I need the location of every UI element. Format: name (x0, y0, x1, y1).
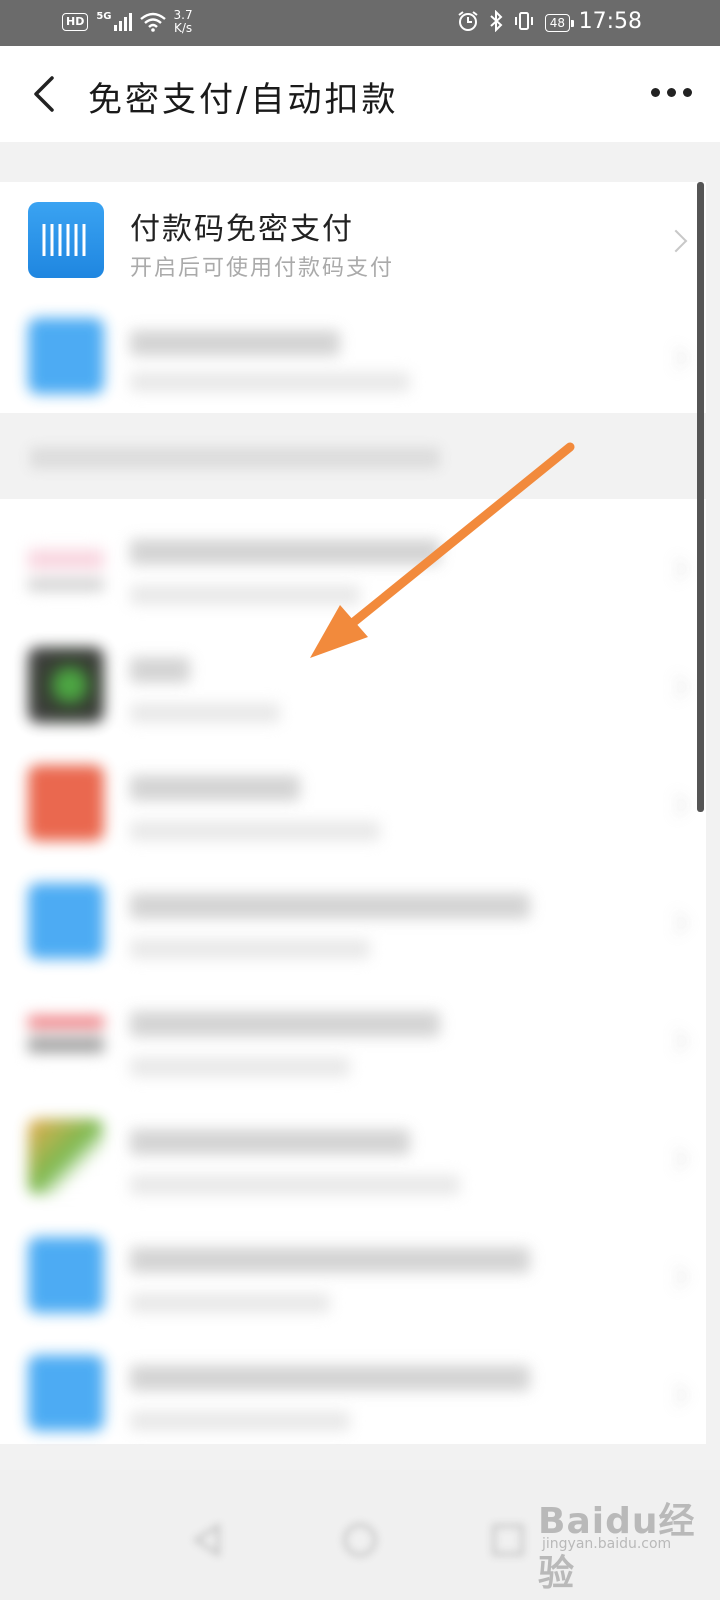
chevron-right-icon (664, 1265, 688, 1289)
network-type: 5G (96, 10, 112, 22)
chevron-right-icon (664, 1383, 688, 1407)
status-bar: HD 5G 3.7 K/s 48 17:58 (0, 0, 720, 46)
blurred-title (130, 893, 530, 919)
merchant-logo-icon (28, 1001, 104, 1077)
list-item[interactable] (0, 745, 706, 863)
hd-icon: HD (62, 13, 89, 31)
nav-back-icon[interactable] (188, 1520, 228, 1564)
title-bar: 免密支付/自动扣款 (0, 46, 720, 142)
back-icon[interactable] (26, 74, 66, 114)
blurred-title (130, 1247, 530, 1273)
list-item[interactable] (0, 1335, 706, 1453)
more-icon[interactable] (651, 88, 692, 97)
chevron-right-icon (664, 557, 688, 581)
app-icon (28, 1355, 104, 1431)
blurred-subtitle (130, 1175, 460, 1195)
merchant-logo-icon (28, 647, 104, 723)
blurred-subtitle (130, 585, 360, 605)
item-title: 付款码免密支付 (130, 212, 354, 247)
battery-icon: 48 (544, 14, 575, 32)
list-item[interactable] (0, 1217, 706, 1335)
blurred-title (130, 1129, 410, 1155)
watermark: Baidu经验 jingyan.baidu.com (538, 1492, 720, 1596)
app-icon (28, 883, 104, 959)
blurred-subtitle (130, 939, 370, 959)
blurred-subtitle (130, 821, 380, 841)
speed-value: 3.7 (173, 8, 193, 22)
list-item-payment-code[interactable]: 付款码免密支付 开启后可使用付款码支付 (0, 182, 706, 300)
blurred-subtitle (130, 703, 280, 723)
list-item[interactable] (0, 863, 706, 981)
list-item[interactable] (0, 1099, 706, 1217)
blurred-title (130, 1365, 530, 1391)
list-item[interactable] (0, 627, 706, 745)
wifi-icon (139, 12, 166, 32)
scrollbar[interactable] (697, 182, 704, 812)
blurred-title (130, 775, 300, 801)
chevron-right-icon (664, 1029, 688, 1053)
status-right: 48 (457, 9, 575, 36)
nav-recents-icon[interactable] (488, 1520, 528, 1564)
app-icon (28, 1237, 104, 1313)
page-title: 免密支付/自动扣款 (88, 80, 399, 120)
chevron-right-icon (664, 346, 688, 370)
app-icon (28, 318, 104, 394)
blurred-subtitle (130, 1411, 350, 1431)
vibrate-icon (513, 10, 535, 36)
blurred-title (130, 657, 190, 683)
blurred-title (130, 539, 440, 565)
list-item[interactable] (0, 981, 706, 1099)
chevron-right-icon (664, 911, 688, 935)
barcode-icon (28, 202, 104, 278)
chevron-right-icon (664, 675, 688, 699)
status-left: HD 5G 3.7 K/s (62, 9, 193, 35)
blurred-subtitle (130, 1293, 330, 1313)
chevron-right-icon (664, 1147, 688, 1171)
blurred-subtitle (130, 1057, 350, 1077)
nav-home-icon[interactable] (340, 1520, 380, 1564)
blurred-title (130, 330, 340, 356)
section-header (0, 413, 706, 499)
merchant-logo-icon (28, 765, 104, 841)
merchant-logo-icon (28, 529, 104, 605)
list-item-blurred[interactable] (0, 300, 706, 418)
chevron-right-icon (664, 793, 688, 817)
merchant-list (0, 499, 706, 1444)
clock: 17:58 (578, 9, 642, 34)
list-item[interactable] (0, 509, 706, 627)
bluetooth-icon (489, 9, 503, 36)
blurred-subtitle (130, 372, 410, 392)
merchant-logo-icon (28, 1119, 104, 1195)
network-speed: 3.7 K/s (174, 9, 193, 35)
chevron-right-icon (664, 229, 688, 253)
alarm-icon (457, 10, 479, 36)
watermark-url: jingyan.baidu.com (542, 1536, 672, 1552)
item-subtitle: 开启后可使用付款码支付 (130, 256, 395, 281)
payment-options-card: 付款码免密支付 开启后可使用付款码支付 (0, 182, 706, 413)
speed-unit: K/s (173, 21, 193, 35)
blurred-title (130, 1011, 440, 1037)
signal-icon (113, 13, 132, 31)
